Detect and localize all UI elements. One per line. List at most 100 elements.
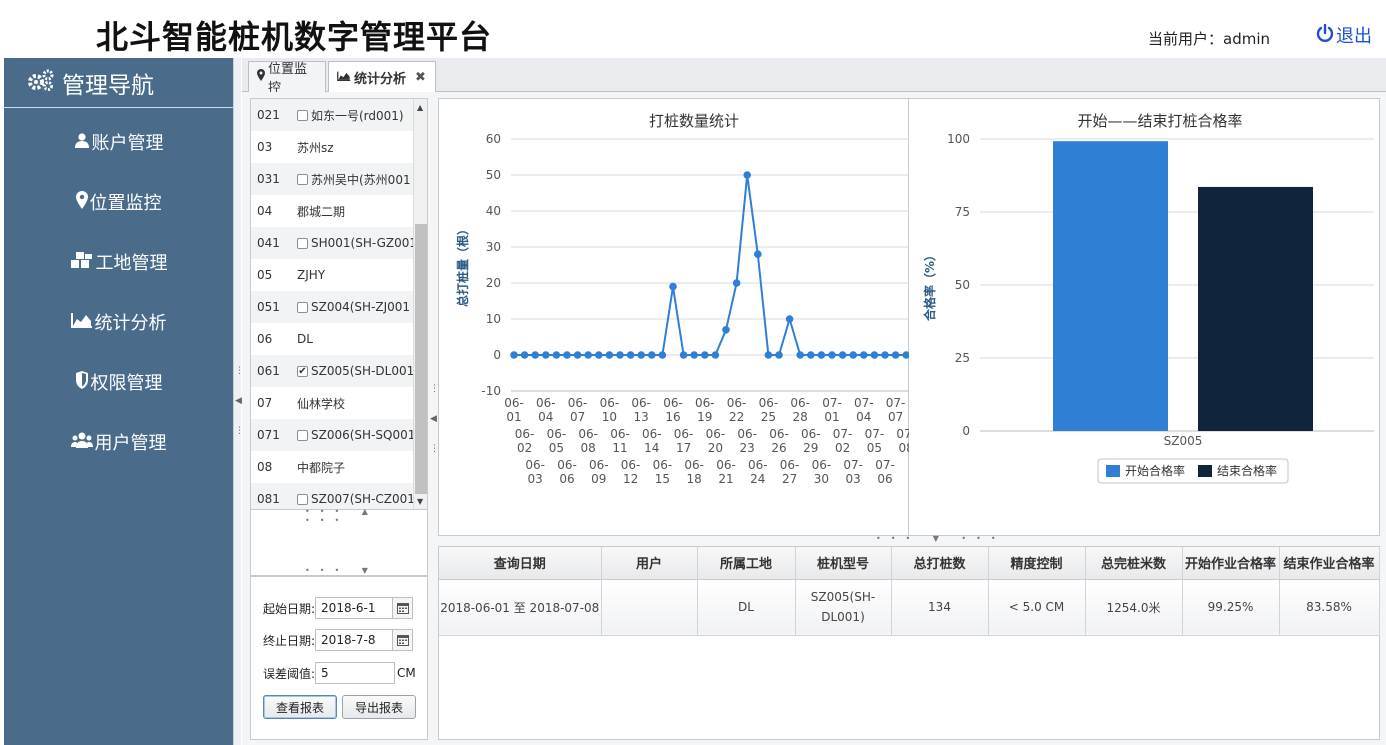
- scroll-up-icon[interactable]: ▲: [417, 103, 423, 112]
- nav-item-account[interactable]: 账户管理: [4, 112, 233, 172]
- data-point[interactable]: [648, 351, 656, 359]
- data-point[interactable]: [552, 351, 561, 359]
- data-point[interactable]: [637, 351, 645, 359]
- table-row[interactable]: 2018-06-01 至 2018-07-08 DL SZ005(SH-DL001)…: [439, 579, 1380, 636]
- site-checkbox[interactable]: [297, 237, 308, 249]
- site-list-item[interactable]: 08 中都院子: [251, 451, 427, 483]
- site-list-item[interactable]: 031 苏州吴中(苏州001: [251, 163, 427, 195]
- data-point[interactable]: [531, 351, 539, 359]
- scroll-down-icon[interactable]: ▼: [417, 497, 423, 506]
- site-checkbox[interactable]: [297, 301, 308, 313]
- calendar-icon[interactable]: [393, 629, 414, 651]
- nav-item-site[interactable]: 工地管理: [4, 232, 233, 292]
- collapse-arrow-icon[interactable]: ◀: [235, 396, 242, 406]
- nav-item-statistics[interactable]: 统计分析: [4, 292, 233, 352]
- nav-item-permission[interactable]: 权限管理: [4, 352, 233, 412]
- data-point[interactable]: [743, 171, 751, 179]
- data-point[interactable]: [658, 351, 667, 359]
- scroll-thumb[interactable]: [415, 224, 427, 494]
- collapse-arrow-icon[interactable]: ◀: [430, 414, 437, 424]
- export-report-button[interactable]: 导出报表: [342, 695, 416, 719]
- table-header[interactable]: 总打桩数: [891, 547, 989, 580]
- table-header[interactable]: 用户: [601, 547, 698, 580]
- data-point[interactable]: [520, 351, 529, 359]
- bar-end-rate[interactable]: [1198, 186, 1313, 431]
- site-checkbox[interactable]: ✔: [297, 365, 308, 377]
- data-point[interactable]: [701, 351, 709, 359]
- site-list-item[interactable]: 081 SZ007(SH-CZ001: [251, 483, 427, 509]
- data-point[interactable]: [605, 351, 614, 359]
- data-point[interactable]: [902, 351, 910, 359]
- site-checkbox[interactable]: [297, 429, 308, 441]
- start-date-input[interactable]: 2018-6-1: [315, 597, 394, 619]
- data-point[interactable]: [754, 250, 762, 258]
- data-point[interactable]: [828, 351, 836, 359]
- data-point[interactable]: [573, 351, 582, 359]
- data-point[interactable]: [711, 351, 720, 359]
- data-point[interactable]: [764, 351, 773, 359]
- table-splitter[interactable]: ••• ▼ •••: [438, 534, 1380, 546]
- data-point[interactable]: [849, 351, 857, 359]
- site-list-item[interactable]: 07 仙林学校: [251, 387, 427, 419]
- sidebar-splitter[interactable]: ⋮ ◀ ⋮: [233, 58, 244, 745]
- end-date-input[interactable]: 2018-7-8: [315, 629, 394, 651]
- data-point[interactable]: [860, 351, 868, 359]
- site-list-item[interactable]: 021 如东一号(rd001): [251, 99, 427, 131]
- legend-label[interactable]: 结束合格率: [1217, 463, 1277, 478]
- data-point[interactable]: [732, 279, 741, 287]
- data-point[interactable]: [616, 351, 624, 359]
- data-point[interactable]: [817, 351, 826, 359]
- table-header[interactable]: 结束作业合格率: [1279, 547, 1380, 580]
- data-point[interactable]: [870, 351, 879, 359]
- site-list-item[interactable]: 061 ✔ SZ005(SH-DL001: [251, 355, 427, 387]
- data-point[interactable]: [775, 351, 783, 359]
- data-point[interactable]: [785, 315, 794, 323]
- site-list-item[interactable]: 071 SZ006(SH-SQ001: [251, 419, 427, 451]
- nav-item-users[interactable]: 用户管理: [4, 412, 233, 472]
- site-list-item[interactable]: 041 SH001(SH-GZ001: [251, 227, 427, 259]
- data-point[interactable]: [891, 351, 900, 359]
- calendar-icon[interactable]: [393, 597, 414, 619]
- site-list-item[interactable]: 06 DL: [251, 323, 427, 355]
- data-point[interactable]: [584, 351, 592, 359]
- tab-statistics[interactable]: 统计分析 ✖: [328, 61, 436, 93]
- view-report-button[interactable]: 查看报表: [263, 695, 337, 719]
- tab-location[interactable]: 位置监控: [248, 61, 326, 96]
- data-point[interactable]: [510, 351, 518, 359]
- threshold-input[interactable]: 5: [315, 662, 396, 684]
- data-point[interactable]: [796, 351, 804, 359]
- table-header[interactable]: 所属工地: [697, 547, 796, 580]
- legend-label[interactable]: 开始合格率: [1125, 463, 1185, 478]
- site-checkbox[interactable]: [297, 109, 308, 121]
- data-point[interactable]: [669, 282, 677, 291]
- data-point[interactable]: [690, 351, 698, 359]
- nav-item-location[interactable]: 位置监控: [4, 172, 233, 232]
- logout-button[interactable]: 退出: [1316, 22, 1372, 48]
- legend-swatch[interactable]: [1106, 465, 1120, 477]
- data-point[interactable]: [563, 351, 571, 359]
- site-list-item[interactable]: 04 郡城二期: [251, 195, 427, 227]
- table-header[interactable]: 精度控制: [988, 547, 1086, 580]
- table-header[interactable]: 查询日期: [439, 547, 602, 580]
- site-list-item[interactable]: 03 苏州sz: [251, 131, 427, 163]
- site-list-item[interactable]: 051 SZ004(SH-ZJ001: [251, 291, 427, 323]
- data-point[interactable]: [881, 351, 889, 359]
- data-point[interactable]: [679, 351, 688, 359]
- data-point[interactable]: [807, 351, 815, 359]
- data-point[interactable]: [542, 351, 550, 359]
- data-point[interactable]: [838, 351, 847, 359]
- content-splitter[interactable]: ⋮ ◀ ⋮: [428, 98, 439, 740]
- table-header[interactable]: 开始作业合格率: [1182, 547, 1280, 580]
- scrollbar[interactable]: ▲ ▼: [413, 99, 427, 509]
- legend-swatch[interactable]: [1198, 465, 1212, 477]
- splitter-grip[interactable]: ••• ▼ •••: [876, 534, 1006, 543]
- data-point[interactable]: [626, 351, 635, 359]
- data-point[interactable]: [722, 326, 730, 334]
- site-checkbox[interactable]: [297, 493, 308, 505]
- table-header[interactable]: 总完桩米数: [1085, 547, 1183, 580]
- site-list-item[interactable]: 05 ZJHY: [251, 259, 427, 291]
- table-header[interactable]: 桩机型号: [795, 547, 892, 580]
- data-point[interactable]: [595, 351, 603, 359]
- close-icon[interactable]: ✖: [415, 70, 426, 85]
- bar-start-rate[interactable]: [1053, 141, 1168, 431]
